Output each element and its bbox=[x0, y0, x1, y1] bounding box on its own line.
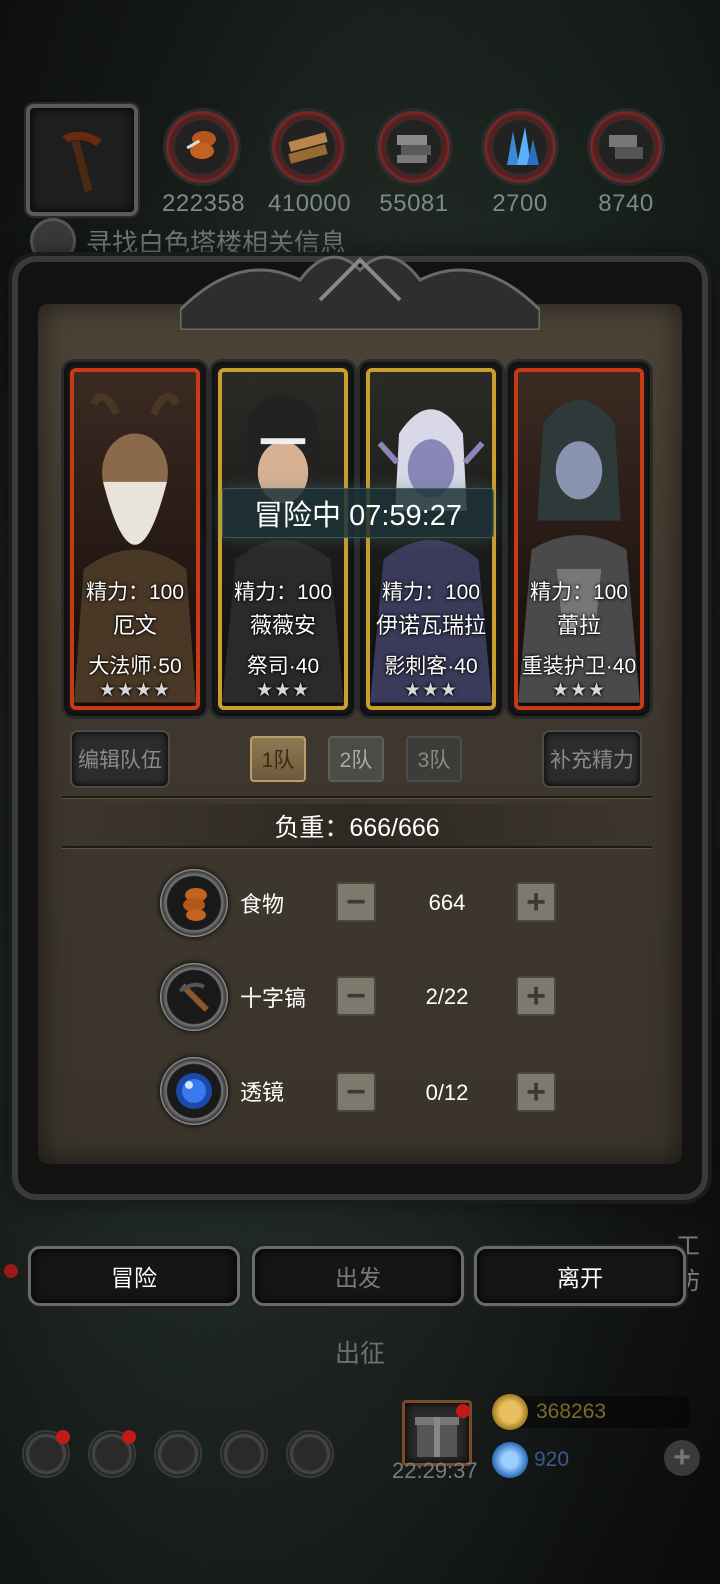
iron-icon bbox=[375, 108, 453, 186]
hero-class-level: 祭司·40 bbox=[246, 655, 320, 678]
notification-dot bbox=[4, 1264, 18, 1278]
supply-row-lens: 透镜 bbox=[160, 1056, 330, 1126]
gem-icon bbox=[492, 1442, 528, 1478]
increase-lens-button[interactable]: + bbox=[516, 1072, 556, 1112]
tab-team-2[interactable]: 2队 bbox=[328, 736, 384, 782]
hero-energy: 精力：100 bbox=[529, 581, 629, 604]
notification-dot bbox=[56, 1430, 70, 1444]
expedition-label: 出征 bbox=[334, 1340, 385, 1368]
resource-stone-value: 8740 bbox=[598, 190, 654, 217]
hero-name: 蕾拉 bbox=[556, 613, 601, 638]
hero-name: 薇薇安 bbox=[249, 613, 316, 638]
food-quantity: 664 bbox=[428, 890, 466, 915]
tab-team-3[interactable]: 3队 bbox=[406, 736, 462, 782]
hero-stars: ★★★ bbox=[551, 680, 607, 701]
increase-pickaxe-button[interactable]: + bbox=[516, 976, 556, 1016]
hero-class-level: 影刺客·40 bbox=[384, 655, 478, 678]
crystal-icon bbox=[481, 108, 559, 186]
gold-coin-icon bbox=[492, 1394, 528, 1430]
resource-food-value: 222358 bbox=[162, 190, 246, 217]
guild-icon[interactable] bbox=[154, 1430, 202, 1478]
pickaxe-quantity: 2/22 bbox=[425, 984, 469, 1009]
notification-dot bbox=[122, 1430, 136, 1444]
hero-energy: 精力：100 bbox=[381, 581, 481, 604]
tab-team-1[interactable]: 1队 bbox=[250, 736, 306, 782]
resource-food: 222358 bbox=[162, 108, 246, 218]
resource-wood: 410000 bbox=[268, 108, 352, 218]
dragon-crest-icon bbox=[180, 255, 540, 330]
supply-label: 透镜 bbox=[240, 1080, 285, 1105]
lens-quantity: 0/12 bbox=[425, 1080, 469, 1105]
scroll-icon bbox=[30, 218, 76, 264]
hero-card[interactable]: 精力：100 蕾拉 重装护卫·40 ★★★ bbox=[508, 362, 650, 716]
supply-label: 十字镐 bbox=[240, 986, 307, 1011]
pickaxe-icon bbox=[62, 131, 102, 193]
hero-name: 伊诺瓦瑞拉 bbox=[375, 613, 486, 638]
hero-class-level: 重装护卫·40 bbox=[521, 655, 637, 678]
hero-card[interactable]: 精力：100 伊诺瓦瑞拉 影刺客·40 ★★★ bbox=[360, 362, 502, 716]
hero-name: 厄文 bbox=[112, 613, 157, 638]
add-currency-button[interactable]: + bbox=[664, 1440, 700, 1476]
pickaxe-icon bbox=[160, 963, 228, 1031]
mail-icon[interactable] bbox=[220, 1430, 268, 1478]
resource-crystal: 2700 bbox=[480, 108, 560, 218]
decrease-pickaxe-button[interactable]: − bbox=[336, 976, 376, 1016]
increase-food-button[interactable]: + bbox=[516, 882, 556, 922]
hero-card[interactable]: 精力：100 厄文 大法师·50 ★★★★ bbox=[64, 362, 206, 716]
hero-energy: 精力：100 bbox=[85, 581, 185, 604]
notification-dot bbox=[456, 1404, 470, 1418]
decrease-food-button[interactable]: − bbox=[336, 882, 376, 922]
refill-energy-button[interactable]: 补充精力 bbox=[542, 730, 642, 788]
hero-class-level: 大法师·50 bbox=[88, 655, 182, 678]
hero-stars: ★★★ bbox=[255, 680, 311, 701]
hero-stars: ★★★★ bbox=[98, 680, 172, 701]
supply-row-food: 食物 bbox=[160, 868, 330, 938]
hero-card[interactable]: 精力：100 薇薇安 祭司·40 ★★★ bbox=[212, 362, 354, 716]
stone-icon bbox=[587, 108, 665, 186]
divider bbox=[62, 846, 652, 848]
resource-iron: 55081 bbox=[374, 108, 454, 218]
load-capacity: 负重：666/666 bbox=[62, 804, 652, 848]
wood-icon bbox=[269, 108, 347, 186]
gem-amount: 920 bbox=[534, 1448, 570, 1471]
meat-icon bbox=[163, 108, 241, 186]
resource-crystal-value: 2700 bbox=[492, 190, 548, 217]
handshake-icon[interactable] bbox=[286, 1430, 334, 1478]
resource-stone: 8740 bbox=[586, 108, 666, 218]
adventure-button[interactable]: 冒险 bbox=[28, 1246, 240, 1306]
divider bbox=[62, 796, 652, 798]
gift-timer: 22:29:37 bbox=[392, 1458, 478, 1483]
quest-item-slot[interactable] bbox=[26, 104, 138, 216]
supply-row-pickaxe: 十字镐 bbox=[160, 962, 330, 1032]
decrease-lens-button[interactable]: − bbox=[336, 1072, 376, 1112]
leave-button[interactable]: 离开 bbox=[474, 1246, 686, 1306]
lens-icon bbox=[160, 1057, 228, 1125]
hero-energy: 精力：100 bbox=[233, 581, 333, 604]
supply-label: 食物 bbox=[240, 892, 285, 917]
resource-wood-value: 410000 bbox=[268, 190, 352, 217]
meat-icon bbox=[160, 869, 228, 937]
edit-team-button[interactable]: 编辑队伍 bbox=[70, 730, 170, 788]
gold-amount: 368263 bbox=[536, 1400, 607, 1423]
hero-stars: ★★★ bbox=[403, 680, 459, 701]
depart-button[interactable]: 出发 bbox=[252, 1246, 464, 1306]
resource-iron-value: 55081 bbox=[379, 190, 449, 217]
adventure-timer: 冒险中 07:59:27 bbox=[222, 488, 494, 538]
